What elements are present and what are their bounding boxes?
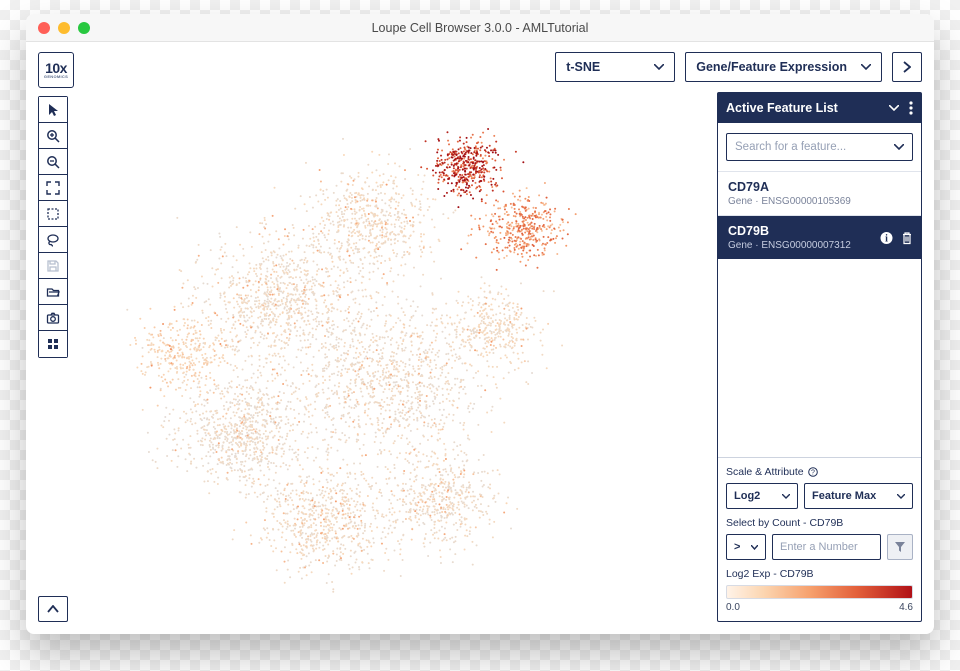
help-icon[interactable]: ?	[808, 467, 818, 477]
window-controls	[26, 22, 90, 34]
mode-select[interactable]: Gene/Feature Expression	[685, 52, 882, 82]
tsne-plot[interactable]	[76, 94, 706, 614]
legend-max: 4.6	[899, 602, 913, 613]
folder-open-icon	[46, 285, 60, 299]
zoom-in-tool[interactable]	[39, 123, 67, 149]
grid-icon	[46, 337, 60, 351]
chevron-down-icon	[751, 545, 758, 550]
zoom-out-tool[interactable]	[39, 149, 67, 175]
chevron-down-icon	[654, 64, 664, 70]
pointer-tool[interactable]	[39, 97, 67, 123]
select-by-count-label: Select by Count - CD79B	[726, 517, 913, 529]
chevron-right-icon	[903, 61, 911, 73]
legend-min: 0.0	[726, 602, 740, 613]
lasso-icon	[46, 233, 60, 247]
scale-attribute-section: Scale & Attribute ? Log2 Feature Max	[718, 457, 921, 517]
info-icon[interactable]: i	[880, 231, 893, 244]
projection-select-value: t-SNE	[566, 60, 600, 74]
feature-item-name: CD79A	[728, 180, 911, 194]
minimize-window-button[interactable]	[58, 22, 70, 34]
scale-select[interactable]: Log2	[726, 483, 798, 509]
feature-search-input[interactable]: Search for a feature...	[726, 133, 913, 161]
chevron-down-icon	[897, 494, 905, 499]
trash-icon[interactable]	[901, 231, 913, 244]
chevron-up-icon	[47, 605, 59, 613]
operator-select[interactable]: >	[726, 534, 766, 560]
chevron-down-icon	[861, 64, 871, 70]
zoom-window-button[interactable]	[78, 22, 90, 34]
save-icon	[46, 259, 60, 273]
pointer-icon	[46, 103, 60, 117]
feature-list: CD79A Gene · ENSG00000105369 CD79BGene · E…	[718, 172, 921, 259]
open-tool[interactable]	[39, 279, 67, 305]
left-toolbar	[38, 96, 68, 358]
marquee-icon	[46, 207, 60, 221]
brand-logo[interactable]: 10x GENOMICS	[38, 52, 74, 88]
feature-panel-title: Active Feature List	[726, 101, 838, 115]
apply-filter-button[interactable]	[887, 534, 913, 560]
split-view-tool[interactable]	[39, 331, 67, 357]
logo-top: 10x	[45, 61, 67, 75]
feature-panel: Active Feature List Search for a feature…	[717, 92, 922, 622]
save-tool	[39, 253, 67, 279]
feature-search-row: Search for a feature...	[718, 123, 921, 172]
lasso-select-tool[interactable]	[39, 227, 67, 253]
zoom-in-icon	[46, 129, 60, 143]
zoom-out-icon	[46, 155, 60, 169]
feature-item-CD79B[interactable]: CD79BGene · ENSG00000007312i	[718, 215, 921, 259]
mode-select-value: Gene/Feature Expression	[696, 60, 847, 74]
camera-icon	[46, 311, 60, 325]
attribute-select[interactable]: Feature Max	[804, 483, 913, 509]
chevron-down-icon	[894, 144, 904, 150]
fit-view-tool[interactable]	[39, 175, 67, 201]
rect-select-tool[interactable]	[39, 201, 67, 227]
projection-select[interactable]: t-SNE	[555, 52, 675, 82]
panel-toggle-button[interactable]	[892, 52, 922, 82]
top-controls: t-SNE Gene/Feature Expression	[555, 52, 922, 82]
feature-panel-header: Active Feature List	[718, 93, 921, 123]
titlebar[interactable]: Loupe Cell Browser 3.0.0 - AMLTutorial	[26, 14, 934, 42]
collapse-toolbar-button[interactable]	[38, 596, 68, 622]
select-by-count-section: Select by Count - CD79B > Enter a Number	[718, 517, 921, 568]
app-body: 10x GENOMICS t-SNE Gene/Feature Expressi…	[26, 42, 934, 634]
feature-item-CD79A[interactable]: CD79A Gene · ENSG00000105369	[718, 172, 921, 215]
svg-text:?: ?	[811, 470, 815, 477]
count-input[interactable]: Enter a Number	[772, 534, 881, 560]
count-input-placeholder: Enter a Number	[780, 541, 858, 553]
feature-item-meta: Gene · ENSG00000105369	[728, 196, 911, 207]
window-title: Loupe Cell Browser 3.0.0 - AMLTutorial	[26, 21, 934, 35]
legend-section: Log2 Exp - CD79B 0.0 4.6	[718, 568, 921, 621]
legend-label: Log2 Exp - CD79B	[726, 568, 913, 580]
expand-icon	[46, 181, 60, 195]
close-window-button[interactable]	[38, 22, 50, 34]
more-menu-icon[interactable]	[909, 101, 913, 115]
svg-text:i: i	[885, 233, 888, 244]
chevron-down-icon	[782, 494, 790, 499]
logo-bottom: GENOMICS	[44, 75, 68, 79]
chevron-down-icon[interactable]	[889, 105, 899, 111]
scale-attribute-label: Scale & Attribute ?	[726, 466, 913, 478]
feature-search-placeholder: Search for a feature...	[735, 141, 846, 153]
snapshot-tool[interactable]	[39, 305, 67, 331]
color-legend-bar	[726, 585, 913, 599]
funnel-icon	[894, 541, 906, 553]
app-window: Loupe Cell Browser 3.0.0 - AMLTutorial 1…	[26, 14, 934, 634]
